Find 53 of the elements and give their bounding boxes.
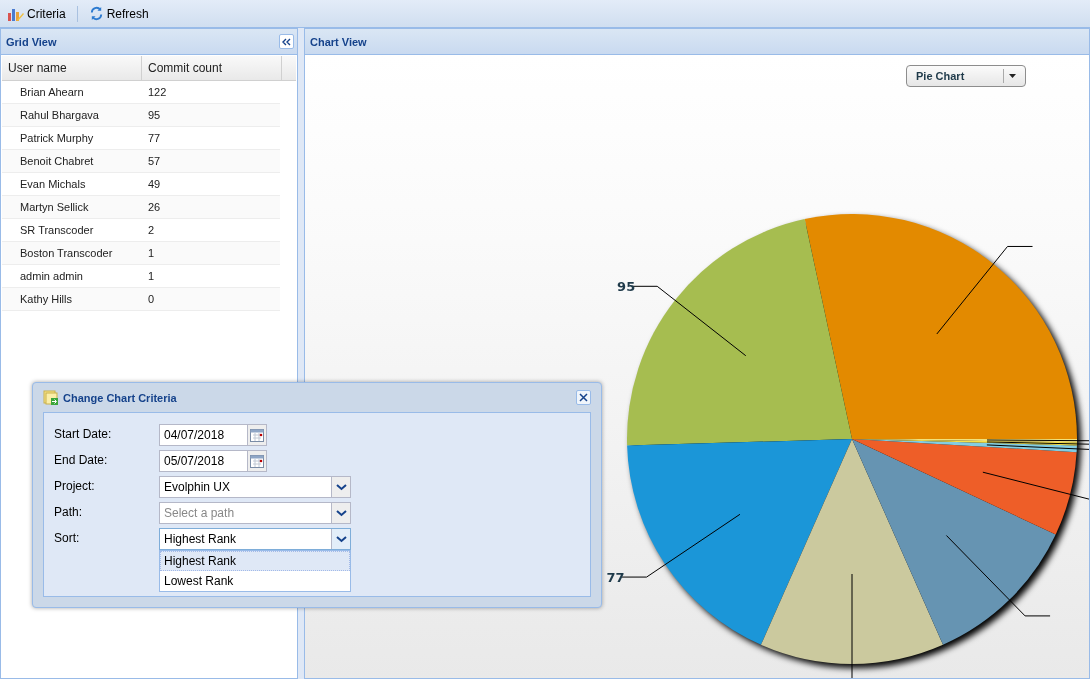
calendar-icon (250, 454, 264, 468)
panel-title: Grid View (6, 35, 57, 48)
collapse-button[interactable] (279, 34, 294, 49)
table-cell-text: 49 (147, 178, 162, 190)
table-cell-text: Boston Transcoder (19, 247, 114, 259)
refresh-icon (88, 6, 104, 21)
dropdown-arrow-icon (1003, 69, 1019, 83)
field-label: End Date: (54, 452, 109, 467)
close-icon (579, 393, 588, 402)
table-cell-text: 1 (147, 247, 156, 259)
table-cell-text: admin admin (19, 270, 84, 282)
table-cell-text: SR Transcoder (19, 224, 95, 236)
field-label: Path: (54, 504, 84, 519)
table-cell-text: 57 (147, 155, 162, 167)
table-cell-text: 0 (147, 293, 156, 305)
folder-arrow-icon (43, 390, 59, 405)
field-label: Sort: (54, 530, 81, 545)
table-cell-text: 77 (147, 132, 162, 144)
calendar-icon (250, 428, 264, 442)
field-label: Project: (54, 478, 96, 493)
chart-type-dropdown[interactable]: Pie Chart (906, 65, 1026, 87)
table-cell-text: Brian Ahearn (19, 86, 85, 98)
combo-field[interactable]: Select a path (159, 502, 351, 524)
table-cell-text: 26 (147, 201, 162, 213)
chevron-down-icon (335, 483, 347, 491)
field-label: Start Date: (54, 426, 113, 441)
table-cell-text: Kathy Hills (19, 293, 73, 305)
column-header[interactable]: User name (2, 56, 142, 80)
combo-field[interactable]: Evolphin UX (159, 476, 351, 498)
column-header[interactable]: Commit count (142, 56, 282, 80)
date-field[interactable]: 04/07/2018 (159, 424, 267, 446)
dropdown-option[interactable]: Highest Rank (160, 551, 350, 571)
table-cell-text: 2 (147, 224, 156, 236)
table-cell-text: Benoit Chabret (19, 155, 95, 167)
chevron-down-icon (335, 535, 347, 543)
close-button[interactable] (576, 390, 591, 405)
table-cell-text: Evan Michals (19, 178, 87, 190)
refresh-button[interactable]: Refresh (85, 4, 152, 23)
table-cell-text: Rahul Bhargava (19, 109, 100, 121)
double-chevron-left-icon (282, 37, 291, 46)
dialog-title: Change Chart Criteria (63, 391, 177, 404)
data-label: 95 (617, 279, 636, 295)
table-cell-text: 95 (147, 109, 162, 121)
panel-title: Chart View (310, 35, 367, 48)
criteria-button[interactable]: Criteria (4, 3, 69, 24)
table-cell-text: 1 (147, 270, 156, 282)
table-cell-text: 122 (147, 86, 168, 98)
table-cell-text: Martyn Sellick (19, 201, 90, 213)
data-label: 77 (606, 570, 625, 586)
table-cell-text: Patrick Murphy (19, 132, 95, 144)
combo-field[interactable]: Highest Rank (159, 528, 351, 550)
chevron-down-icon (335, 509, 347, 517)
date-field[interactable]: 05/07/2018 (159, 450, 267, 472)
